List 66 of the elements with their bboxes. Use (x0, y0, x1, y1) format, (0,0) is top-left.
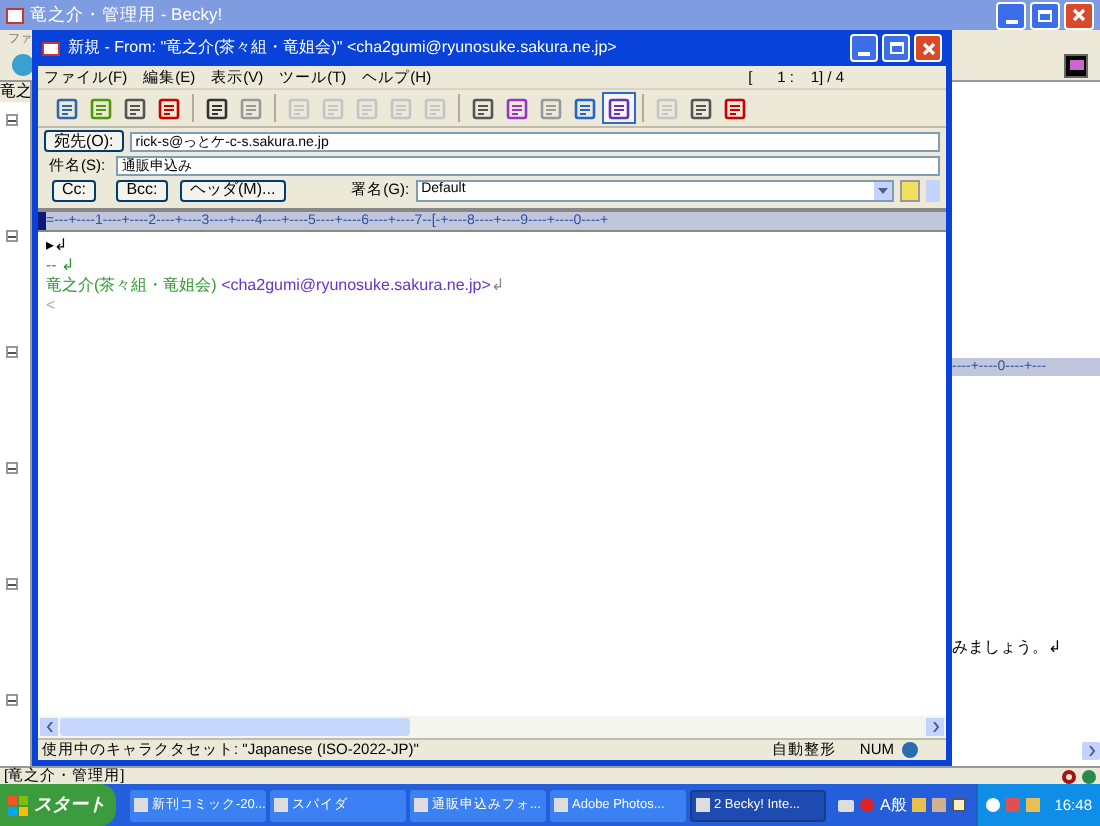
tool-icon (158, 97, 180, 119)
app-icon (554, 798, 568, 812)
tool-icon (90, 97, 112, 119)
app-icon (274, 798, 288, 812)
tool-icon (472, 97, 494, 119)
toolbar-icon[interactable] (12, 54, 34, 76)
scroll-arrow[interactable] (1082, 742, 1100, 760)
start-button[interactable]: スタート (0, 784, 116, 826)
tool-icon (124, 97, 146, 119)
tree-toggle[interactable] (6, 578, 18, 590)
tool-icon (288, 97, 310, 119)
ime-indicator[interactable]: A般 (880, 793, 907, 817)
toolbar-icon[interactable] (1064, 53, 1088, 77)
body-line: < (46, 296, 58, 316)
globe-icon (902, 742, 918, 758)
tree-toggle[interactable] (6, 230, 18, 242)
close-icon (1072, 8, 1086, 22)
to-button[interactable]: 宛先(O): (44, 130, 124, 152)
app-icon (6, 7, 24, 23)
tool-icon (574, 97, 596, 119)
header-button[interactable]: ヘッダ(M)... (180, 179, 286, 201)
body-line: -- ↲ (46, 256, 78, 276)
tool-icon (724, 97, 746, 119)
tool-icon (656, 97, 678, 119)
body-line: 竜之介(茶々組・竜姐会) <cha2gumi@ryunosuke.sakura.ne.jp>↲ (46, 276, 507, 296)
tree-toggle[interactable] (6, 462, 18, 474)
tool-icon (540, 97, 562, 119)
app-icon (696, 798, 710, 812)
tool-icon (240, 97, 262, 119)
minimize-button[interactable] (996, 1, 1026, 29)
tree-toggle[interactable] (6, 114, 18, 126)
horizontal-scrollbar[interactable] (38, 716, 946, 738)
minimize-button[interactable] (850, 34, 878, 62)
tool-icon (356, 97, 378, 119)
bcc-button[interactable]: Bcc: (116, 179, 168, 201)
tool-icon (390, 97, 412, 119)
windows-logo-icon (8, 795, 28, 815)
close-icon (921, 41, 935, 55)
tool-icon (424, 97, 446, 119)
window-title: 新規 - From: "竜之介(茶々組・竜姐会)" <cha2gumi@ryunosuke.sakura.ne.jp> (68, 36, 619, 60)
close-button[interactable] (1064, 1, 1094, 29)
app-icon (414, 798, 428, 812)
scroll-left-icon[interactable] (40, 718, 58, 736)
body-text-fragment: みましょう。↲ (952, 636, 1064, 660)
tool-icon (506, 97, 528, 119)
tree-toggle[interactable] (6, 694, 18, 706)
tool-icon (322, 97, 344, 119)
scroll-thumb[interactable] (60, 718, 410, 736)
caret-icon (874, 181, 892, 199)
tool-icon (608, 97, 630, 119)
toolbar-button[interactable] (602, 92, 636, 124)
tree-toggle[interactable] (6, 346, 18, 358)
scroll-right-icon[interactable] (926, 718, 944, 736)
tool-icon (206, 97, 228, 119)
maximize-button[interactable] (882, 34, 910, 62)
body-line: ▸↲ (46, 236, 70, 256)
maximize-button[interactable] (1030, 1, 1060, 29)
globe-icon (1082, 769, 1096, 783)
window-title: 竜之介・管理用 - Becky! (30, 2, 225, 28)
mail-icon (42, 41, 60, 55)
help-icon[interactable] (952, 798, 967, 812)
tool-icon (690, 97, 712, 119)
app-icon (134, 798, 148, 812)
close-button[interactable] (914, 34, 942, 62)
tool-icon (56, 97, 78, 119)
cc-button[interactable]: Cc: (52, 179, 96, 201)
